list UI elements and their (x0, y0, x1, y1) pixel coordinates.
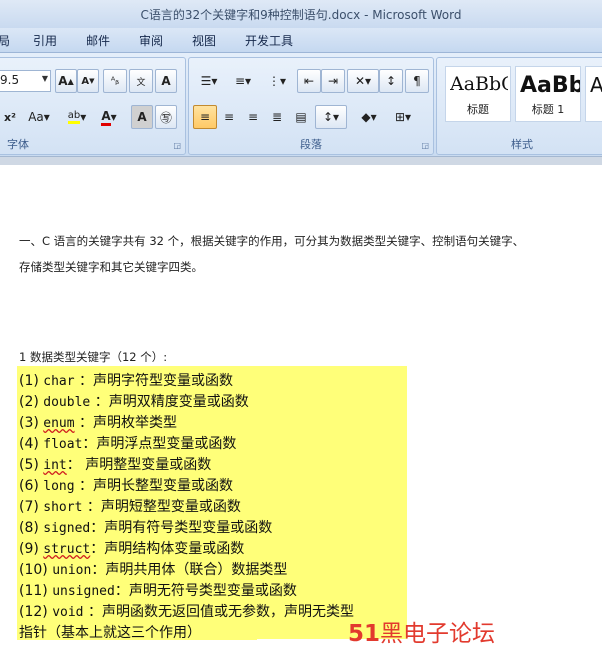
decrease-indent-icon[interactable]: ⇤ (297, 69, 321, 93)
list-item: (2) double ：声明双精度变量或函数 (19, 394, 249, 410)
distributed-icon[interactable]: ▤ (289, 105, 313, 129)
list-item: (11) unsigned：声明无符号类型变量或函数 (19, 583, 297, 599)
style-preview: AaBb (520, 73, 580, 98)
list-item: (8) signed：声明有符号类型变量或函数 (19, 520, 273, 536)
paragraph-group-label: 段落 (300, 138, 322, 151)
tab-references[interactable]: 引用 (33, 32, 57, 49)
shrink-font-icon[interactable]: A ▼ (77, 69, 99, 93)
title-bar: C语言的32个关键字和9种控制语句.docx - Microsoft Word (0, 0, 602, 28)
char-shading-icon[interactable]: A (131, 105, 153, 129)
shading-icon[interactable]: ◆▾ (353, 105, 385, 129)
sort-icon[interactable]: ↕ (379, 69, 403, 93)
multilevel-list-icon[interactable]: ⋮▾ (261, 69, 293, 93)
font-group-label: 字体 (7, 138, 29, 151)
ribbon: 9.5 ▼ A ▲ A ▼ ᴬᵦ 文 A x² Aa▾ ab ▾ A ▾ A ㊢ 字体 … (0, 53, 602, 156)
style-preview: AaBbC (450, 73, 508, 95)
list-item: (1) char ：声明字符型变量或函数 (19, 373, 234, 389)
list-item: (10) union：声明共用体（联合）数据类型 (19, 562, 288, 578)
justify-icon[interactable]: ≣ (265, 105, 289, 129)
intro-line-2: 存储类型关键字和其它关键字四类。 (19, 260, 203, 274)
clear-format-icon[interactable]: ᴬᵦ (103, 69, 127, 93)
style-tile-heading-1[interactable]: AaBb 标题 1 (515, 66, 581, 122)
list-item: (4) float：声明浮点型变量或函数 (19, 436, 237, 452)
chevron-down-icon: ▼ (41, 74, 48, 83)
highlight-icon[interactable]: ab ▾ (59, 105, 95, 129)
styles-group: AaBbC 标题 AaBb 标题 1 A 样式 (436, 57, 602, 155)
style-name: 标题 (467, 103, 489, 116)
list-item: (12) void ：声明函数无返回值或无参数，声明无类型 (19, 604, 354, 620)
watermark-logo: 51黑电子论坛 (348, 621, 496, 647)
align-left-icon[interactable]: ≡ (193, 105, 217, 129)
tab-view[interactable]: 视图 (192, 32, 216, 49)
list-item: (7) short ：声明短整型变量或函数 (19, 499, 241, 515)
tab-layout[interactable]: 局 (0, 32, 10, 49)
intro-line-1: 一、C 语言的关键字共有 32 个，根据关键字的作用，可分其为数据类型关键字、控… (19, 234, 525, 248)
paragraph-group: ☰▾ ≡▾ ⋮▾ ⇤ ⇥ ✕▾ ↕ ¶ ≡ ≡ ≡ ≣ ▤ ↕▾ ◆▾ ⊞▾ 段… (188, 57, 434, 155)
show-marks-icon[interactable]: ¶ (405, 69, 429, 93)
increase-indent-icon[interactable]: ⇥ (321, 69, 345, 93)
change-case-icon[interactable]: Aa▾ (23, 105, 55, 129)
style-name: 标题 1 (531, 103, 565, 116)
pinyin-guide-icon[interactable]: 文 (129, 69, 153, 93)
superscript-icon[interactable]: x² (0, 105, 21, 129)
font-group: 9.5 ▼ A ▲ A ▼ ᴬᵦ 文 A x² Aa▾ ab ▾ A ▾ A ㊢ 字体 … (0, 57, 186, 155)
tab-mailings[interactable]: 邮件 (86, 32, 110, 49)
style-tile-heading[interactable]: AaBbC 标题 (445, 66, 511, 122)
style-preview: A (590, 73, 602, 97)
ribbon-tab-bar: 局 引用 邮件 审阅 视图 开发工具 (0, 28, 602, 53)
char-border-icon[interactable]: A (155, 69, 177, 93)
align-center-icon[interactable]: ≡ (217, 105, 241, 129)
borders-icon[interactable]: ⊞▾ (387, 105, 419, 129)
ruler-separator (0, 156, 602, 165)
dialog-launcher-icon[interactable]: ◲ (173, 141, 181, 150)
list-item: (9) struct：声明结构体变量或函数 (19, 541, 245, 557)
list-item-continuation: 指针（基本上就这三个作用） (19, 625, 201, 641)
font-color-icon[interactable]: A ▾ (93, 105, 125, 129)
font-size-value: 9.5 (0, 73, 20, 87)
font-size-combo[interactable]: 9.5 ▼ (0, 70, 51, 92)
align-right-icon[interactable]: ≡ (241, 105, 265, 129)
enclose-char-icon[interactable]: ㊢ (155, 105, 177, 129)
tab-review[interactable]: 审阅 (139, 32, 163, 49)
styles-group-label: 样式 (511, 138, 533, 151)
numbering-icon[interactable]: ≡▾ (227, 69, 259, 93)
tab-developer[interactable]: 开发工具 (245, 32, 293, 49)
dialog-launcher-icon[interactable]: ◲ (421, 141, 429, 150)
style-tile-heading-2[interactable]: A (585, 66, 602, 122)
chinese-layout-icon[interactable]: ✕▾ (347, 69, 379, 93)
grow-font-icon[interactable]: A ▲ (55, 69, 77, 93)
list-item: (3) enum ：声明枚举类型 (19, 415, 178, 431)
bullets-icon[interactable]: ☰▾ (193, 69, 225, 93)
line-spacing-icon[interactable]: ↕▾ (315, 105, 347, 129)
window-title: C语言的32个关键字和9种控制语句.docx - Microsoft Word (140, 8, 462, 22)
section-title: 1 数据类型关键字（12 个）: (19, 350, 168, 364)
list-item: (6) long ：声明长整型变量或函数 (19, 478, 234, 494)
list-item: (5) int： 声明整型变量或函数 (19, 457, 212, 473)
